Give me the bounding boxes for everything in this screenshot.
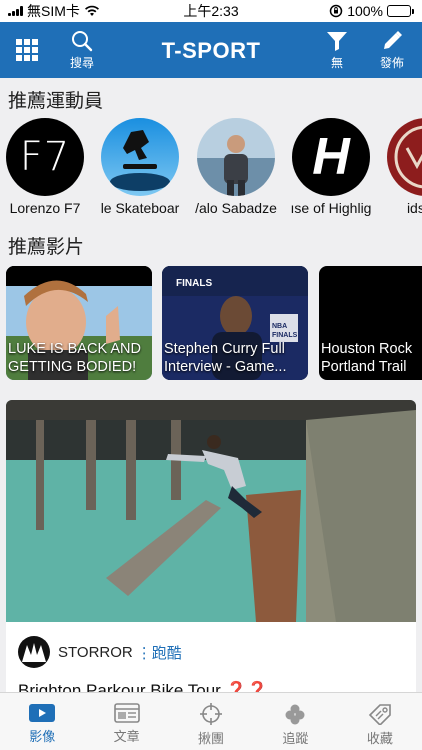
finals-badge: FINALS xyxy=(176,278,213,289)
author-avatar xyxy=(18,636,50,668)
status-time: 上午2:33 xyxy=(183,3,239,19)
athlete-name: ıse of Highlig xyxy=(290,200,372,216)
athlete-avatar xyxy=(387,118,422,196)
follow-icon xyxy=(285,704,305,725)
play-icon xyxy=(29,704,56,722)
pencil-icon xyxy=(384,31,402,49)
post-label: 發佈 xyxy=(380,56,405,70)
tab-label: 揪團 xyxy=(198,731,225,746)
video-card[interactable]: FINALS NBA FINALS Stephen Curry Full Int… xyxy=(162,266,308,380)
app-header: 搜尋 T-SPORT 無 發佈 xyxy=(0,22,422,78)
author-name: STORROR xyxy=(58,643,133,661)
video-caption-line: GETTING BODIED! xyxy=(8,359,137,375)
athlete-logo-text: H xyxy=(312,128,350,186)
tab-video[interactable]: 影像 xyxy=(0,693,84,750)
status-bar: 無SIM卡 上午2:33 100% xyxy=(0,0,422,22)
videos-row[interactable]: LUKE IS BACK AND GETTING BODIED! FINALS … xyxy=(0,266,422,382)
video-caption: Houston Rock Portland Trail xyxy=(321,340,422,376)
athlete-name: ids Sk xyxy=(406,200,422,216)
tab-bar: 影像 文章 揪團 追蹤 收藏 xyxy=(0,692,422,750)
athlete-avatar: F7 xyxy=(6,118,84,196)
videos-section-title: 推薦影片 xyxy=(8,237,85,258)
video-caption-line: Stephen Curry Full xyxy=(164,341,285,357)
video-caption: LUKE IS BACK AND GETTING BODIED! xyxy=(8,340,150,376)
category-tag[interactable]: ⋮跑酷 xyxy=(137,642,182,663)
video-caption: Stephen Curry Full Interview - Game... xyxy=(164,340,306,376)
tab-articles[interactable]: 文章 xyxy=(84,693,168,750)
athlete-avatar xyxy=(101,118,179,196)
athlete-avatar xyxy=(197,118,275,196)
tab-label: 收藏 xyxy=(366,731,393,746)
athletes-section-title: 推薦運動員 xyxy=(8,91,104,112)
feature-video-card[interactable]: STORROR ⋮跑酷 Brighton Parkour Bike Tour ❓… xyxy=(6,400,416,700)
feature-author[interactable]: STORROR ⋮跑酷 xyxy=(18,636,182,668)
tab-label: 追蹤 xyxy=(282,731,309,746)
tab-follow[interactable]: 追蹤 xyxy=(253,693,337,750)
filter-label: 無 xyxy=(330,56,343,70)
video-caption-line: Portland Trail xyxy=(321,359,407,375)
athlete-item[interactable]: /alo Sabadze xyxy=(195,118,277,216)
app-title: T-SPORT xyxy=(161,38,261,63)
filter-button[interactable]: 無 xyxy=(326,30,348,71)
athlete-name: le Skateboar xyxy=(100,200,180,216)
filter-icon xyxy=(327,32,347,51)
tab-favorites[interactable]: 收藏 xyxy=(338,693,422,750)
category-label: 跑酷 xyxy=(151,644,182,662)
post-button[interactable]: 發佈 xyxy=(380,30,404,71)
tag-icon xyxy=(368,704,391,725)
athlete-item[interactable]: le Skateboar xyxy=(100,118,180,216)
video-caption-line: Houston Rock xyxy=(321,341,413,357)
athlete-name: /alo Sabadze xyxy=(195,200,277,216)
athlete-logo-text: F7 xyxy=(19,134,71,180)
video-caption-line: Interview - Game... xyxy=(164,359,287,375)
nba-finals-badge: NBA FINALS xyxy=(272,323,298,339)
feature-thumbnail xyxy=(6,400,416,622)
athlete-item[interactable]: H ıse of Highlig xyxy=(291,118,371,216)
athlete-avatar: H xyxy=(292,118,370,196)
athlete-item[interactable]: ids Sk xyxy=(386,118,422,216)
tab-label: 影像 xyxy=(29,729,56,744)
video-card[interactable]: Houston Rock Portland Trail xyxy=(319,266,422,380)
app-screen: 無SIM卡 上午2:33 100% 搜尋 T-SPORT 無 發佈 推薦運動員 … xyxy=(0,0,422,750)
athlete-name: Lorenzo F7 xyxy=(9,200,81,216)
crosshair-icon xyxy=(200,703,223,725)
tab-label: 文章 xyxy=(113,729,140,744)
athletes-row[interactable]: F7 Lorenzo F7 le Skateboar /alo Sabadze … xyxy=(0,118,422,218)
article-icon xyxy=(113,703,140,723)
video-card[interactable]: LUKE IS BACK AND GETTING BODIED! xyxy=(6,266,152,380)
video-caption-line: LUKE IS BACK AND xyxy=(8,341,141,357)
athlete-item[interactable]: F7 Lorenzo F7 xyxy=(5,118,85,216)
tab-groups[interactable]: 揪團 xyxy=(169,693,253,750)
